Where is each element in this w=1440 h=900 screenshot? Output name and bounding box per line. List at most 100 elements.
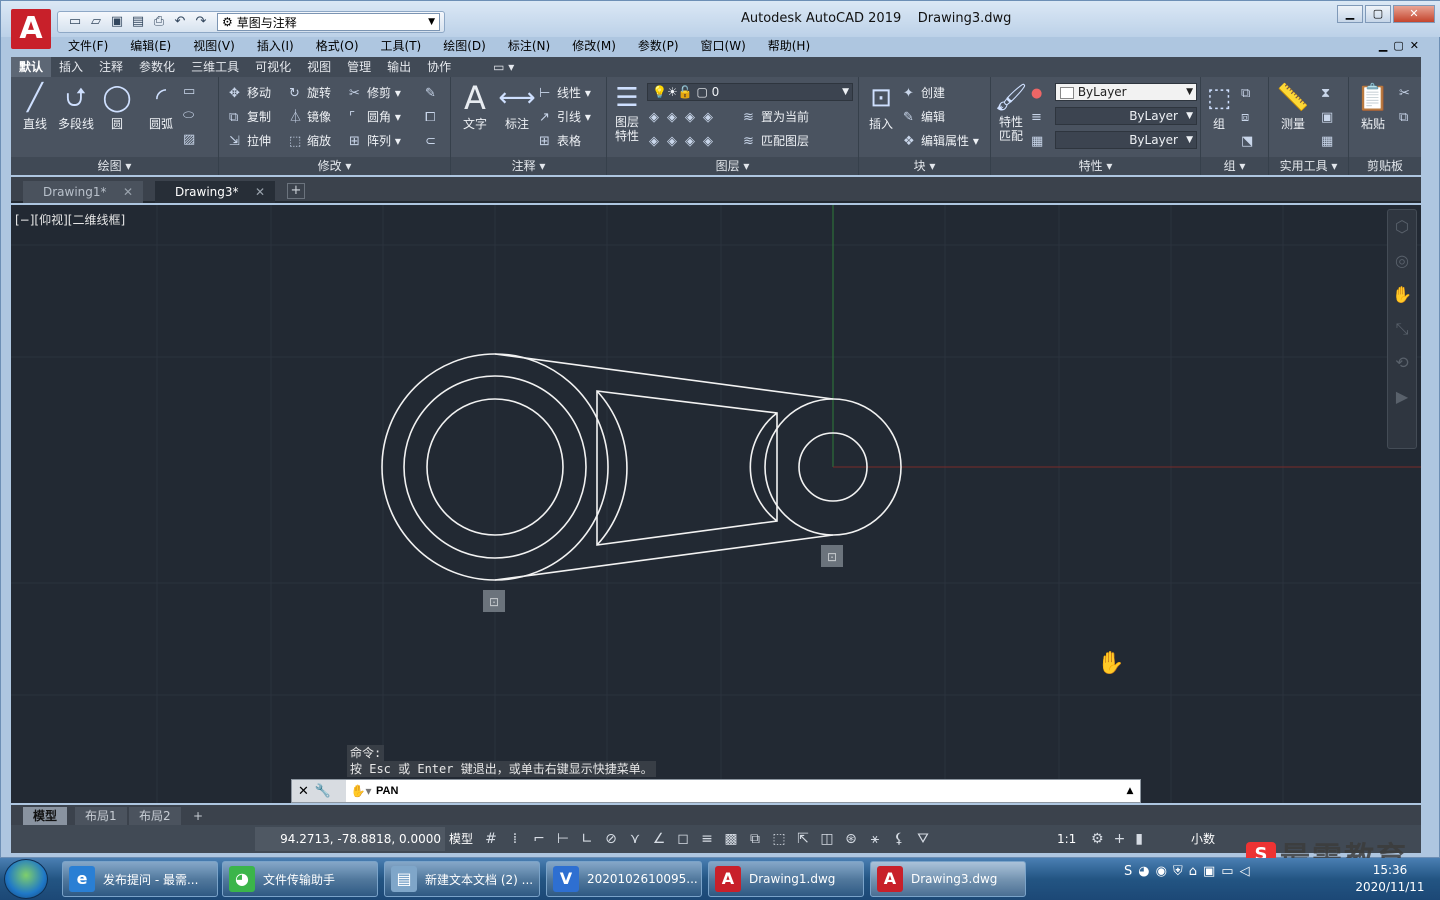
layer-tools-row1[interactable]: ◈ ◈ ◈ ◈: [649, 107, 721, 128]
gizmo-icon[interactable]: ⊛: [841, 827, 861, 851]
line-button[interactable]: ╱ 直线: [13, 81, 57, 132]
slot-right-arc[interactable]: [749, 412, 778, 522]
monitor-icon[interactable]: ▭: [1221, 864, 1233, 879]
text-button[interactable]: A 文字: [453, 81, 497, 132]
tab-3d-tools[interactable]: 三维工具: [183, 57, 247, 77]
color-dropdown[interactable]: ByLayer ▼: [1055, 83, 1197, 101]
move-button[interactable]: ✥ 移动: [229, 83, 271, 104]
tab-visualize[interactable]: 可视化: [247, 57, 299, 77]
create-block-button[interactable]: ✦ 创建: [903, 83, 945, 104]
units-display[interactable]: 小数: [1191, 827, 1215, 851]
grid-icon[interactable]: #: [481, 827, 501, 851]
viewcube-icon[interactable]: ⬡: [1388, 210, 1416, 244]
menu-draw[interactable]: 绘图(D): [432, 37, 497, 55]
menu-insert[interactable]: 插入(I): [246, 37, 305, 55]
tab-view[interactable]: 视图: [299, 57, 339, 77]
selection-cycling-icon[interactable]: ⧉: [745, 827, 765, 851]
fillet-button[interactable]: ⌜ 圆角 ▾: [349, 107, 401, 128]
panel-utilities-title[interactable]: 实用工具 ▾: [1269, 157, 1348, 175]
add-layout-button[interactable]: +: [183, 807, 213, 825]
tab-parametric[interactable]: 参数化: [131, 57, 183, 77]
object-snap-icon[interactable]: ◻: [673, 827, 693, 851]
tab-collaborate[interactable]: 协作: [419, 57, 459, 77]
saveas-icon[interactable]: ▤: [129, 14, 147, 30]
menu-parameters[interactable]: 参数(P): [627, 37, 690, 55]
mirror-button[interactable]: ⏃ 镜像: [289, 107, 331, 128]
polar-icon[interactable]: ⊘: [601, 827, 621, 851]
doc-tab-drawing3[interactable]: Drawing3* ✕: [155, 181, 275, 203]
dynamic-ucs-icon[interactable]: ⇱: [793, 827, 813, 851]
hatch-button[interactable]: ▨: [183, 129, 201, 150]
explode-button[interactable]: ⧠: [425, 107, 443, 128]
print-icon[interactable]: ⎙: [150, 14, 168, 30]
tab-default[interactable]: 默认: [11, 57, 52, 77]
paste-button[interactable]: 📋 粘贴: [1351, 81, 1395, 132]
rotate-button[interactable]: ↻ 旋转: [289, 83, 331, 104]
group-select-icon[interactable]: ⬔: [1241, 131, 1259, 152]
steering-wheel-icon[interactable]: ◎: [1388, 244, 1416, 278]
panel-clipboard-title[interactable]: 剪贴板: [1349, 157, 1421, 175]
shield-icon[interactable]: ⛨: [1173, 864, 1183, 879]
quick-select-icon[interactable]: ⧗: [1321, 83, 1339, 104]
taskbar-item[interactable]: ◕ 文件传输助手: [222, 861, 378, 897]
select-all-icon[interactable]: ▣: [1321, 107, 1339, 128]
close-tab-icon[interactable]: ✕: [255, 181, 265, 203]
annotation-scale-icon[interactable]: ⛛: [913, 827, 933, 851]
menu-format[interactable]: 格式(O): [305, 37, 370, 55]
dimension-button[interactable]: ⟷ 标注: [495, 81, 539, 132]
minimize-button[interactable]: ▁: [1337, 5, 1363, 23]
ortho-icon[interactable]: ∟: [577, 827, 597, 851]
panel-properties-title[interactable]: 特性 ▾: [991, 157, 1200, 175]
scale-button[interactable]: ⬚ 缩放: [289, 131, 331, 152]
panel-layers-title[interactable]: 图层 ▾: [607, 157, 858, 175]
tab-insert[interactable]: 插入: [51, 57, 91, 77]
selection-filter-icon[interactable]: ◫: [817, 827, 837, 851]
network-icon[interactable]: ⌂: [1189, 864, 1197, 879]
close-tab-icon[interactable]: ✕: [123, 181, 133, 203]
match-properties-button[interactable]: 🖌 特性 匹配: [991, 81, 1031, 143]
auto-scale-icon[interactable]: ⚸: [889, 827, 909, 851]
command-input[interactable]: PAN: [376, 785, 1120, 797]
model-space-button[interactable]: 模型: [449, 827, 473, 851]
tab-manage[interactable]: 管理: [339, 57, 379, 77]
drawing-viewport[interactable]: ⊡ ⊡ [−][仰视][二维线框] ⬡ ◎ ✋ ⤡ ⟲ ▶ ✋: [11, 205, 1421, 803]
units-icon[interactable]: ▮: [1135, 827, 1143, 851]
tab-layout2[interactable]: 布局2: [129, 807, 181, 825]
zoom-extents-icon[interactable]: ⤡: [1388, 312, 1416, 346]
workspace-gear-icon[interactable]: ⚙: [1091, 827, 1104, 851]
pan-icon[interactable]: ✋: [1388, 278, 1416, 312]
panel-block-title[interactable]: 块 ▾: [859, 157, 990, 175]
lineweight-toggle-icon[interactable]: ≡: [697, 827, 717, 851]
array-button[interactable]: ⊞ 阵列 ▾: [349, 131, 401, 152]
save-icon[interactable]: ▣: [108, 14, 126, 30]
group-button[interactable]: ⬚ 组: [1201, 81, 1237, 132]
layer-tools-row2[interactable]: ◈ ◈ ◈ ◈: [649, 131, 721, 152]
tab-model[interactable]: 模型: [23, 807, 68, 825]
doc-tab-drawing1[interactable]: Drawing1* ✕: [23, 181, 143, 203]
stretch-button[interactable]: ⇲ 拉伸: [229, 131, 271, 152]
panel-draw-title[interactable]: 绘图 ▾: [11, 157, 218, 175]
command-history-toggle[interactable]: ▲: [1120, 786, 1140, 796]
coordinates-display[interactable]: 94.2713, -78.8818, 0.0000: [255, 827, 445, 851]
tab-output[interactable]: 输出: [379, 57, 419, 77]
ribbon-minimize-toggle[interactable]: ▭ ▾: [485, 57, 522, 77]
cut-icon[interactable]: ✂: [1399, 83, 1417, 104]
isodraft-icon[interactable]: ⋎: [625, 827, 645, 851]
annotation-scale[interactable]: 1:1: [1057, 827, 1076, 851]
nvidia-icon[interactable]: ▣: [1203, 864, 1215, 879]
group-edit-icon[interactable]: ⧈: [1241, 107, 1259, 128]
leader-button[interactable]: ↗ 引线 ▾: [539, 107, 591, 128]
edit-block-button[interactable]: ✎ 编辑: [903, 107, 945, 128]
erase-button[interactable]: ✎: [425, 83, 443, 104]
taskbar-item[interactable]: V 2020102610095...: [546, 861, 702, 897]
insert-block-button[interactable]: ⊡ 插入: [859, 81, 903, 132]
offset-button[interactable]: ⊂: [425, 131, 443, 152]
tab-layout1[interactable]: 布局1: [75, 807, 127, 825]
match-layer-button[interactable]: ≋ 匹配图层: [743, 131, 809, 152]
circle-button[interactable]: ◯ 圆: [95, 81, 139, 132]
weibo-icon[interactable]: ◉: [1156, 864, 1167, 879]
make-current-button[interactable]: ≋ 置为当前: [743, 107, 809, 128]
slot-left-arc[interactable]: [596, 390, 628, 546]
taskbar-item[interactable]: A Drawing1.dwg: [708, 861, 864, 897]
ime-icon[interactable]: S: [1124, 864, 1132, 879]
